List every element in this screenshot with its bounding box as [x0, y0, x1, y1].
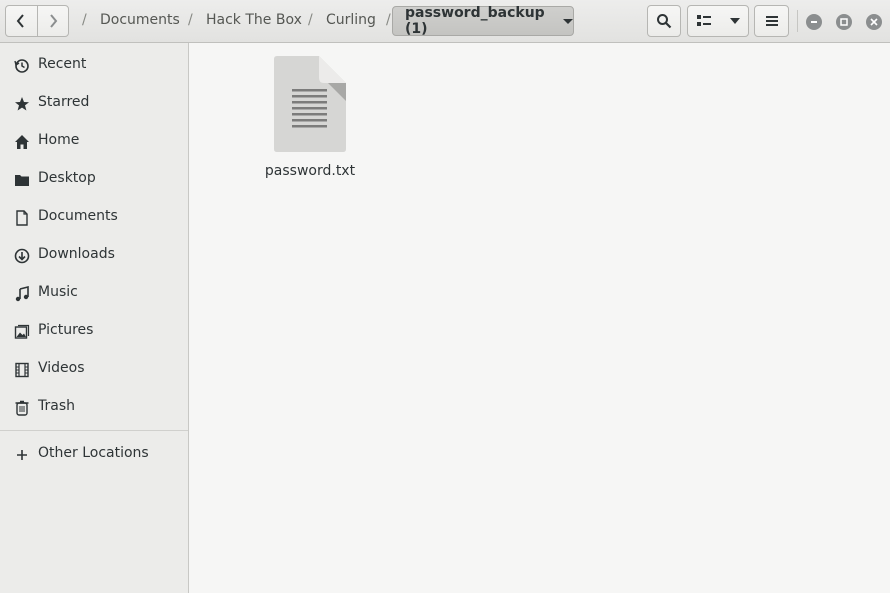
breadcrumb-hack-the-box[interactable]: Hack The Box — [206, 12, 302, 28]
sidebar-item-label: Pictures — [38, 322, 94, 338]
sidebar-item-other-locations[interactable]: Other Locations — [0, 434, 188, 472]
sidebar-item-music[interactable]: Music — [0, 273, 188, 311]
sidebar-item-downloads[interactable]: Downloads — [0, 235, 188, 273]
current-folder-label: password_backup (1) — [405, 5, 545, 37]
sidebar-item-label: Home — [38, 132, 80, 148]
text-file-icon — [273, 55, 347, 157]
pictures-icon — [14, 324, 30, 340]
film-icon — [14, 362, 30, 378]
chevron-left-icon — [17, 14, 25, 28]
back-button[interactable] — [6, 6, 37, 36]
sidebar-item-label: Recent — [38, 56, 87, 72]
close-button[interactable] — [866, 14, 882, 30]
music-icon — [14, 286, 30, 302]
sidebar-item-label: Starred — [38, 94, 90, 110]
sidebar-item-pictures[interactable]: Pictures — [0, 311, 188, 349]
star-icon — [14, 96, 30, 112]
search-button[interactable] — [647, 5, 681, 37]
breadcrumb-separator: / — [188, 12, 193, 28]
sidebar-item-desktop[interactable]: Desktop — [0, 159, 188, 197]
sidebar-item-documents[interactable]: Documents — [0, 197, 188, 235]
sidebar: Recent Starred Home Desktop Documents Do… — [0, 43, 189, 593]
maximize-button[interactable] — [836, 14, 852, 30]
breadcrumb-separator: / — [82, 12, 87, 28]
file-view: password.txt — [189, 43, 890, 593]
sidebar-item-starred[interactable]: Starred — [0, 83, 188, 121]
sidebar-item-label: Trash — [38, 398, 75, 414]
sidebar-item-label: Desktop — [38, 170, 96, 186]
hamburger-menu-icon — [765, 16, 778, 26]
navigation-buttons — [5, 5, 69, 37]
document-icon — [14, 210, 30, 226]
minimize-button[interactable] — [806, 14, 822, 30]
search-icon — [657, 14, 672, 29]
header-divider — [797, 10, 798, 32]
sidebar-divider — [0, 430, 188, 431]
minimize-icon — [811, 21, 817, 23]
breadcrumb-separator: / — [308, 12, 313, 28]
trash-icon — [14, 400, 30, 416]
sidebar-item-recent[interactable]: Recent — [0, 45, 188, 83]
menu-button[interactable] — [754, 5, 789, 37]
sidebar-item-videos[interactable]: Videos — [0, 349, 188, 387]
list-view-button[interactable] — [688, 6, 722, 36]
breadcrumb-documents[interactable]: Documents — [100, 12, 180, 28]
chevron-down-icon — [730, 18, 740, 24]
list-view-icon — [697, 15, 711, 26]
file-item[interactable]: password.txt — [255, 53, 365, 183]
clock-icon — [14, 58, 30, 74]
breadcrumb-current-folder[interactable]: password_backup (1) — [392, 5, 574, 37]
forward-button[interactable] — [36, 6, 68, 36]
sidebar-item-label: Music — [38, 284, 78, 300]
header-bar: / Documents / Hack The Box / Curling / p… — [0, 0, 890, 43]
chevron-right-icon — [50, 14, 58, 28]
sidebar-item-label: Other Locations — [38, 445, 149, 461]
maximize-icon — [840, 18, 848, 26]
sidebar-item-trash[interactable]: Trash — [0, 387, 188, 425]
chevron-down-icon — [563, 18, 573, 24]
plus-icon — [14, 447, 30, 463]
home-icon — [14, 134, 30, 150]
sidebar-item-label: Downloads — [38, 246, 115, 262]
view-switcher — [687, 5, 749, 37]
download-icon — [14, 248, 30, 264]
view-options-button[interactable] — [722, 6, 748, 36]
close-icon — [870, 18, 878, 26]
folder-icon — [14, 172, 30, 188]
sidebar-item-home[interactable]: Home — [0, 121, 188, 159]
breadcrumb-curling[interactable]: Curling — [326, 12, 376, 28]
sidebar-item-label: Videos — [38, 360, 85, 376]
file-name: password.txt — [264, 163, 356, 179]
sidebar-item-label: Documents — [38, 208, 118, 224]
breadcrumb-separator: / — [386, 12, 391, 28]
